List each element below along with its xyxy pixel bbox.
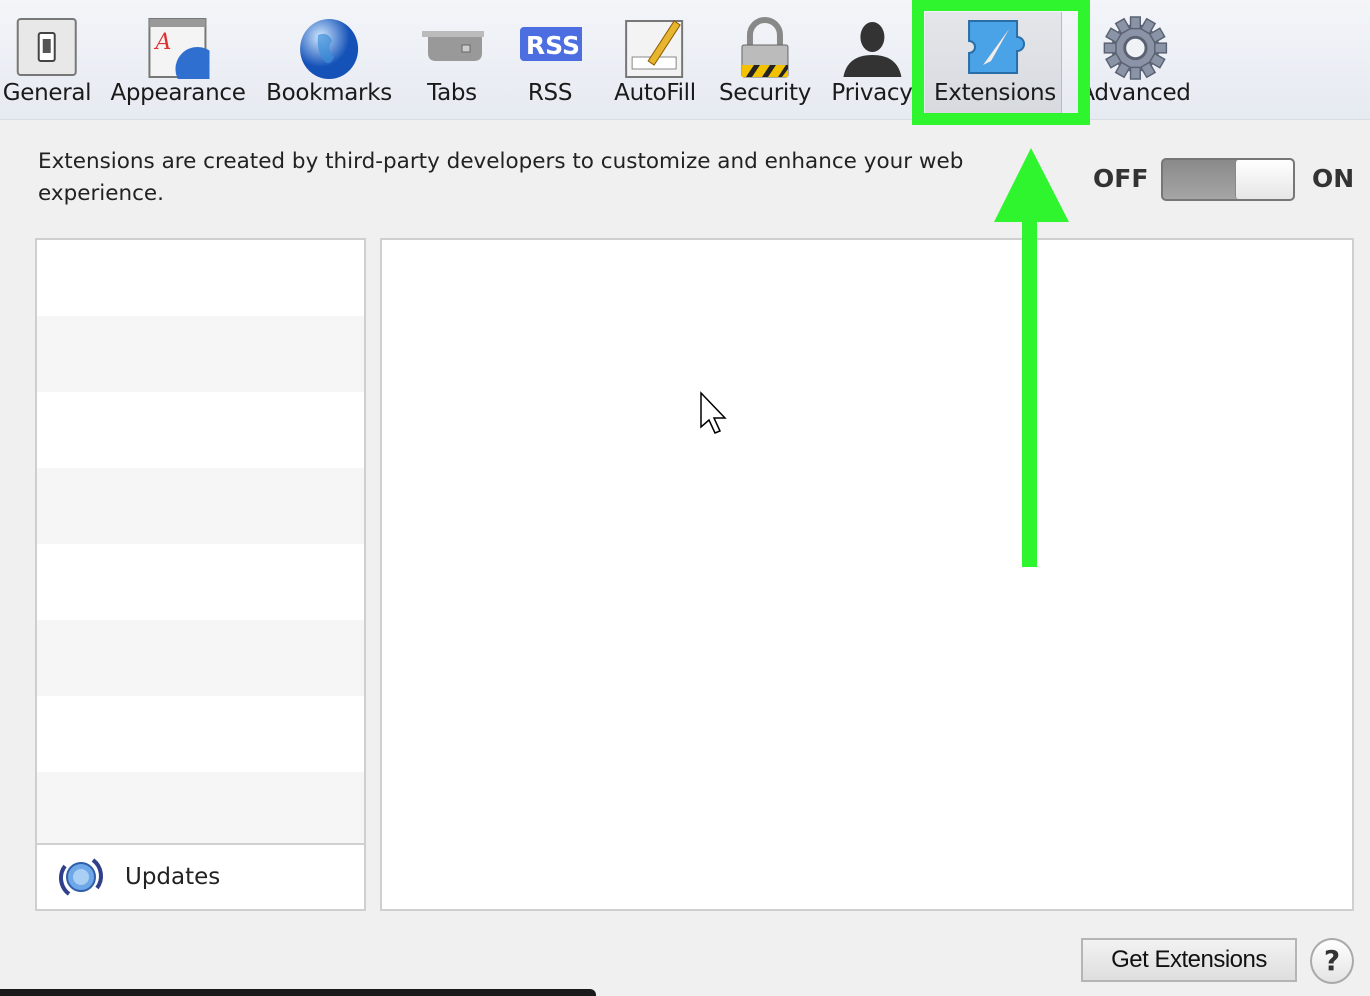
get-extensions-button[interactable]: Get Extensions	[1081, 938, 1297, 982]
globe-icon	[297, 16, 361, 80]
updates-refresh-icon	[59, 858, 103, 896]
list-row	[37, 544, 364, 620]
tab-rss[interactable]: RSS RSS	[518, 0, 582, 120]
extension-detail-pane	[380, 238, 1354, 911]
extensions-puzzle-icon	[963, 16, 1027, 80]
list-row	[37, 772, 364, 848]
tab-appearance[interactable]: A Appearance	[110, 0, 246, 120]
updates-label: Updates	[125, 864, 221, 890]
autofill-pencil-icon	[623, 16, 687, 80]
preferences-toolbar: General A Appearance Bookmarks Tabs RSS …	[0, 0, 1370, 120]
toggle-off-label: OFF	[1093, 164, 1149, 193]
tabs-icon	[420, 16, 484, 80]
rss-icon: RSS	[518, 16, 582, 80]
extensions-on-off-toggle[interactable]	[1161, 158, 1295, 201]
tab-extensions[interactable]: Extensions	[934, 0, 1056, 120]
extensions-list[interactable]: Updates	[35, 238, 366, 911]
person-silhouette-icon	[840, 16, 904, 80]
arrow-head	[994, 148, 1069, 222]
list-row	[37, 316, 364, 392]
list-row	[37, 696, 364, 772]
gear-icon	[1103, 16, 1167, 80]
tab-general[interactable]: General	[3, 0, 92, 120]
updates-item[interactable]: Updates	[37, 843, 364, 909]
list-row	[37, 392, 364, 468]
svg-text:RSS: RSS	[526, 31, 580, 60]
tab-tabs[interactable]: Tabs	[420, 0, 484, 120]
extensions-description: Extensions are created by third-party de…	[38, 149, 964, 206]
toggle-knob[interactable]	[1235, 160, 1293, 199]
list-row	[37, 468, 364, 544]
appearance-icon: A	[146, 16, 210, 80]
bottom-bar	[0, 989, 596, 996]
tab-security[interactable]: Security	[719, 0, 811, 120]
list-row	[37, 240, 364, 316]
list-row	[37, 620, 364, 696]
lock-icon	[733, 16, 797, 80]
tab-privacy[interactable]: Privacy	[831, 0, 913, 120]
toggle-on-label: ON	[1312, 164, 1355, 193]
svg-text:A: A	[153, 30, 171, 55]
tab-bookmarks[interactable]: Bookmarks	[266, 0, 392, 120]
help-button[interactable]: ?	[1310, 938, 1354, 984]
toggle-switch-icon	[15, 16, 79, 80]
tab-autofill[interactable]: AutoFill	[614, 0, 696, 120]
tab-advanced[interactable]: Advanced	[1079, 0, 1191, 120]
